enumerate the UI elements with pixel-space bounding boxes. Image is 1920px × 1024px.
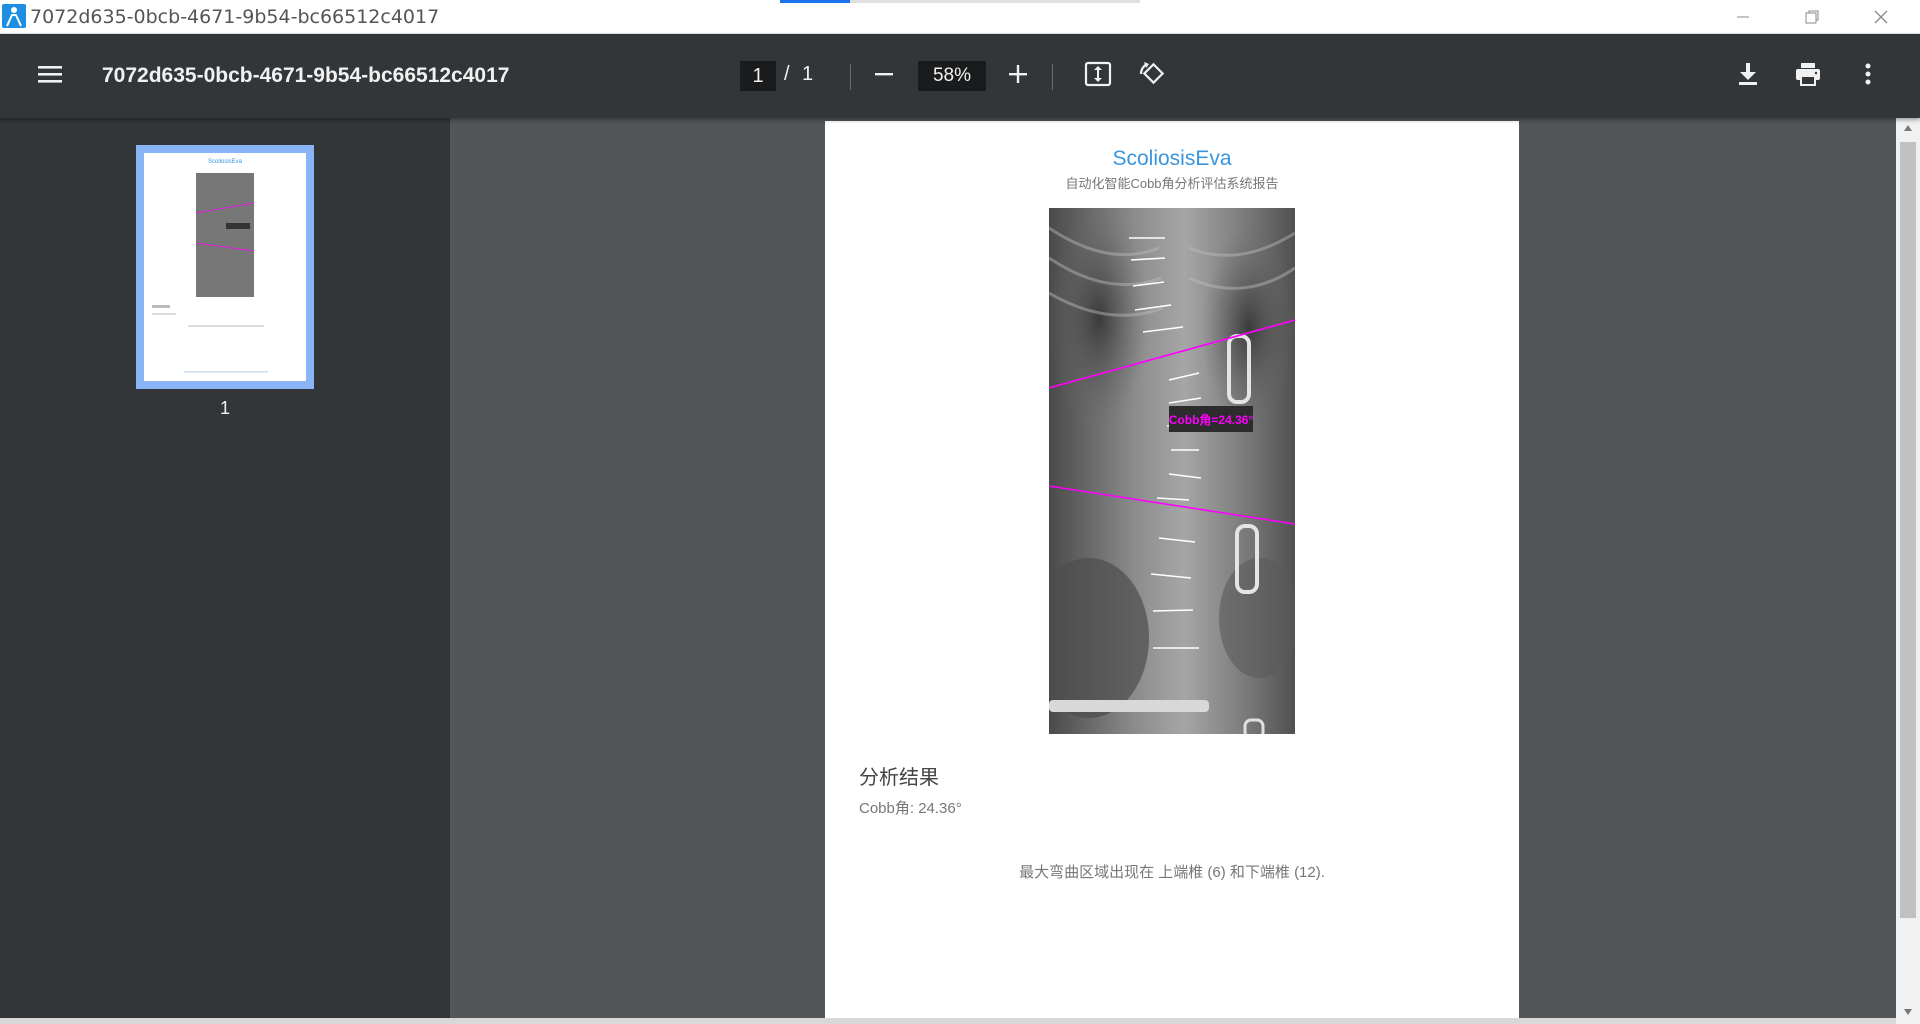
rotate-icon xyxy=(1138,60,1166,93)
loading-indicator xyxy=(780,0,1140,3)
print-button[interactable] xyxy=(1788,56,1828,96)
close-window-button[interactable] xyxy=(1852,0,1910,34)
zoom-in-icon xyxy=(1008,64,1028,89)
print-icon xyxy=(1795,62,1821,91)
more-vert-icon xyxy=(1865,63,1871,90)
window-titlebar: 7072d635-0bcb-4671-9b54-bc66512c4017 xyxy=(0,0,1920,34)
thumbnail-preview: ScoliosisEva xyxy=(144,153,306,381)
cobb-angle-annotation: Cobb角=24.36° xyxy=(1169,412,1254,427)
document-viewport[interactable]: ScoliosisEva 自动化智能Cobb角分析评估系统报告 Cobb角=24… xyxy=(450,118,1896,1024)
pdf-toolbar: 7072d635-0bcb-4671-9b54-bc66512c4017 1 /… xyxy=(0,34,1920,118)
vertical-scrollbar[interactable] xyxy=(1896,118,1920,1024)
thumbnail-sidebar: ScoliosisEva 1 xyxy=(0,118,450,1024)
restore-button[interactable] xyxy=(1783,0,1841,34)
page-total: 1 xyxy=(802,63,814,85)
app-person-icon xyxy=(2,4,26,28)
pdf-page: ScoliosisEva 自动化智能Cobb角分析评估系统报告 Cobb角=24… xyxy=(825,121,1519,1024)
report-brand: ScoliosisEva xyxy=(1112,147,1232,170)
minimize-button[interactable] xyxy=(1714,0,1772,34)
cobb-angle-result: Cobb角: 24.36° xyxy=(859,800,962,817)
fit-page-button[interactable] xyxy=(1078,56,1118,96)
thumbnail-page-number: 1 xyxy=(219,398,230,418)
zoom-out-button[interactable] xyxy=(864,56,904,96)
zoom-input[interactable]: 58% xyxy=(918,61,986,91)
toolbar-divider xyxy=(1052,64,1053,90)
zoom-in-button[interactable] xyxy=(998,56,1038,96)
bottom-edge xyxy=(0,1018,1896,1024)
more-options-button[interactable] xyxy=(1848,56,1888,96)
spine-xray-image: Cobb角=24.36° xyxy=(1049,208,1295,734)
report-subtitle: 自动化智能Cobb角分析评估系统报告 xyxy=(1065,176,1279,191)
curvature-summary: 最大弯曲区域出现在 上端椎 (6) 和下端椎 (12). xyxy=(1019,864,1325,881)
page-thumbnail[interactable]: ScoliosisEva xyxy=(136,145,314,389)
page-number-input[interactable]: 1 xyxy=(740,61,776,91)
menu-button[interactable] xyxy=(30,56,70,96)
page-separator: / xyxy=(784,63,790,85)
scroll-thumb[interactable] xyxy=(1900,142,1916,918)
scroll-up-button[interactable] xyxy=(1896,118,1920,138)
analysis-section-title: 分析结果 xyxy=(859,767,939,789)
window-title: 7072d635-0bcb-4671-9b54-bc66512c4017 xyxy=(30,6,440,28)
toolbar-divider xyxy=(850,64,851,90)
fit-page-icon xyxy=(1084,61,1112,92)
document-title: 7072d635-0bcb-4671-9b54-bc66512c4017 xyxy=(102,64,510,87)
zoom-out-icon xyxy=(874,64,894,89)
rotate-button[interactable] xyxy=(1132,56,1172,96)
download-icon xyxy=(1737,62,1759,91)
download-button[interactable] xyxy=(1728,56,1768,96)
scroll-down-button[interactable] xyxy=(1896,1002,1920,1022)
menu-icon xyxy=(38,64,62,89)
svg-text:ScoliosisEva: ScoliosisEva xyxy=(208,159,243,165)
